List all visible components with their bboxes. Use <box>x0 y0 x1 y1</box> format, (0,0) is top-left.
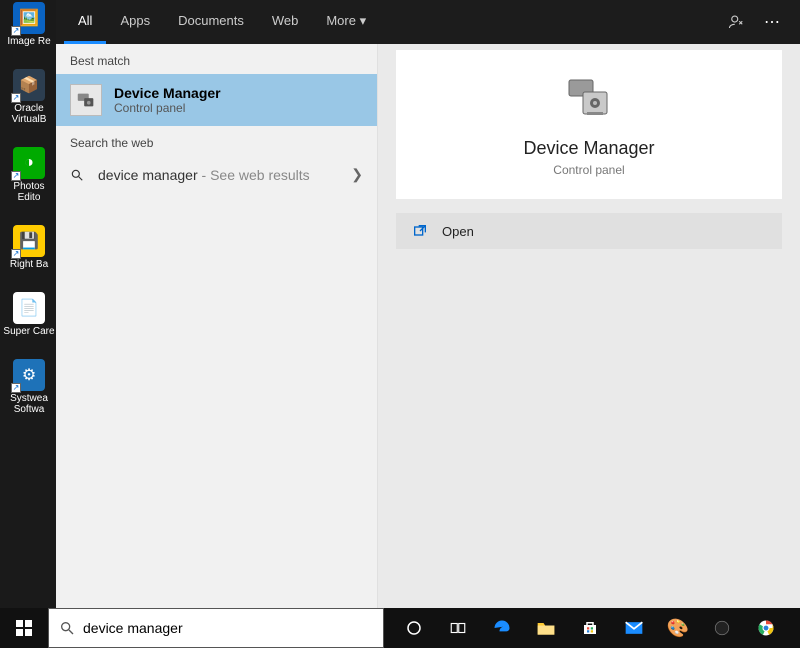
cortana-icon[interactable] <box>394 608 434 648</box>
open-label: Open <box>442 224 474 239</box>
desktop-icons-column: 🖼️↗ Image Re 📦↗ Oracle VirtualB ◑↗ Photo… <box>2 0 56 415</box>
detail-pane: Device Manager Control panel Open <box>378 44 800 608</box>
desktop-icon-photos[interactable]: ◑↗ Photos Edito <box>2 147 56 203</box>
app-icon[interactable] <box>702 608 742 648</box>
start-button[interactable] <box>0 608 48 648</box>
best-match-subtitle: Control panel <box>114 101 221 115</box>
device-manager-icon <box>70 84 102 116</box>
taskbar-search[interactable] <box>48 608 384 648</box>
search-icon <box>59 620 75 636</box>
web-header: Search the web <box>56 126 377 156</box>
tab-apps[interactable]: Apps <box>106 0 164 44</box>
search-icon <box>70 168 86 182</box>
desktop: 🖼️↗ Image Re 📦↗ Oracle VirtualB ◑↗ Photo… <box>0 0 800 648</box>
edge-icon[interactable] <box>482 608 522 648</box>
task-view-icon[interactable] <box>438 608 478 648</box>
taskbar: 🎨 <box>0 608 800 648</box>
search-panes: Best match Device Manager Control panel … <box>56 44 800 608</box>
chevron-down-icon: ▾ <box>360 13 367 29</box>
open-action[interactable]: Open <box>396 213 782 249</box>
detail-subtitle: Control panel <box>553 163 624 177</box>
paint-icon[interactable]: 🎨 <box>658 608 698 648</box>
search-input[interactable] <box>83 620 373 636</box>
desktop-icon-rightba[interactable]: 💾↗ Right Ba <box>2 225 56 270</box>
taskbar-icons: 🎨 <box>384 608 800 648</box>
chrome-icon[interactable] <box>746 608 786 648</box>
search-tabs: All Apps Documents Web More ▾ ⋯ <box>56 0 800 44</box>
more-icon[interactable]: ⋯ <box>764 12 780 32</box>
tab-more[interactable]: More ▾ <box>312 0 380 44</box>
chevron-right-icon[interactable]: ❯ <box>351 166 363 183</box>
detail-title: Device Manager <box>523 138 654 159</box>
best-match-header: Best match <box>56 44 377 74</box>
store-icon[interactable] <box>570 608 610 648</box>
mail-icon[interactable] <box>614 608 654 648</box>
web-result-text: device manager - See web results <box>98 167 339 183</box>
best-match-title: Device Manager <box>114 85 221 101</box>
tab-all[interactable]: All <box>64 0 106 44</box>
detail-card: Device Manager Control panel <box>396 50 782 199</box>
results-pane: Best match Device Manager Control panel … <box>56 44 378 608</box>
best-match-result[interactable]: Device Manager Control panel <box>56 74 377 126</box>
desktop-icon-systweak[interactable]: ⚙↗ Systwea Softwa <box>2 359 56 415</box>
tab-documents[interactable]: Documents <box>164 0 258 44</box>
desktop-icon-supercare[interactable]: 📄 Super Care <box>2 292 56 337</box>
search-flyout: All Apps Documents Web More ▾ ⋯ Best mat… <box>56 0 800 608</box>
device-manager-large-icon <box>561 72 617 124</box>
file-explorer-icon[interactable] <box>526 608 566 648</box>
web-result[interactable]: device manager - See web results ❯ <box>56 156 377 193</box>
tab-web[interactable]: Web <box>258 0 313 44</box>
desktop-icon-virtualbox[interactable]: 📦↗ Oracle VirtualB <box>2 69 56 125</box>
desktop-icon-image[interactable]: 🖼️↗ Image Re <box>2 2 56 47</box>
open-icon <box>412 223 428 239</box>
feedback-icon[interactable] <box>728 13 746 31</box>
